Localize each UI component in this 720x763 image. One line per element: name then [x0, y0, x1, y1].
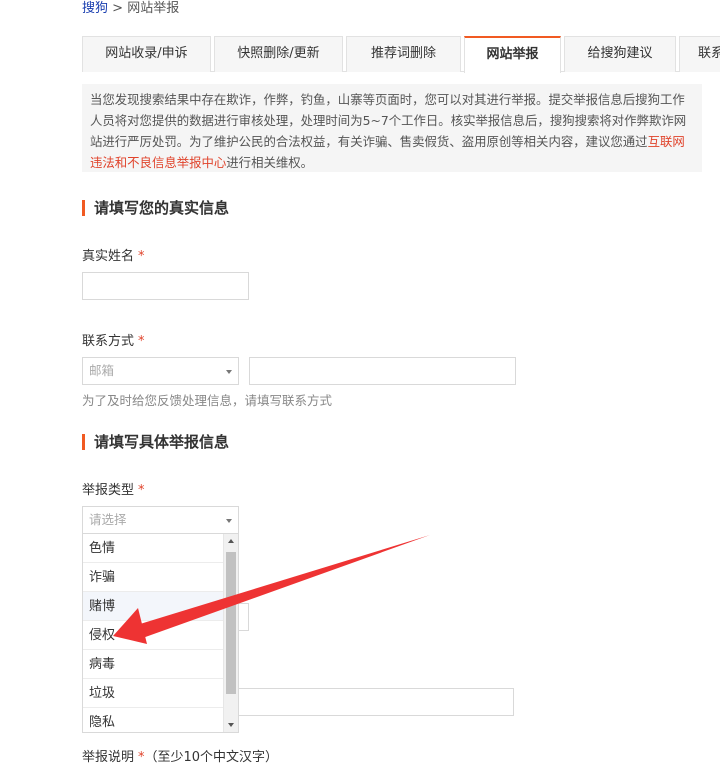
- name-label-text: 真实姓名: [82, 249, 135, 264]
- contact-type-select[interactable]: 邮箱: [82, 357, 239, 385]
- tab-site-report[interactable]: 网站举报: [464, 36, 561, 73]
- required-mark: *: [138, 483, 145, 498]
- name-label: 真实姓名 *: [82, 245, 145, 264]
- dropdown-scrollbar[interactable]: [223, 534, 238, 732]
- real-name-input[interactable]: [82, 272, 249, 300]
- section-title-report-info: 请填写具体举报信息: [82, 434, 229, 450]
- contact-label: 联系方式 *: [82, 330, 145, 349]
- option-infringement[interactable]: 侵权: [83, 621, 223, 650]
- report-type-select[interactable]: 请选择: [82, 506, 239, 534]
- tab-bar: 网站收录/申诉 快照删除/更新 推荐词删除 网站举报 给搜狗建议 联系: [82, 36, 720, 73]
- option-privacy[interactable]: 隐私: [83, 708, 223, 732]
- breadcrumb-home-link[interactable]: 搜狗: [82, 1, 108, 16]
- tab-recommend-words[interactable]: 推荐词删除: [346, 36, 461, 72]
- notice-text-end: 进行相关维权。: [226, 155, 314, 170]
- option-virus[interactable]: 病毒: [83, 650, 223, 679]
- contact-hint: 为了及时给您反馈处理信息，请填写联系方式: [82, 393, 333, 408]
- contact-type-value: 邮箱: [89, 363, 115, 378]
- option-fraud[interactable]: 诈骗: [83, 563, 223, 592]
- description-label-text: 举报说明: [82, 750, 135, 763]
- section-title-personal-info: 请填写您的真实信息: [82, 200, 229, 216]
- breadcrumb-current: 网站举报: [127, 1, 180, 16]
- contact-label-text: 联系方式: [82, 334, 135, 349]
- option-spam[interactable]: 垃圾: [83, 679, 223, 708]
- tab-suggestion[interactable]: 给搜狗建议: [564, 36, 676, 72]
- report-type-dropdown: 色情 诈骗 赌博 侵权 病毒 垃圾 隐私: [82, 533, 239, 733]
- required-mark: *: [138, 334, 145, 349]
- breadcrumb: 搜狗 > 网站举报: [82, 0, 179, 16]
- report-type-label: 举报类型 *: [82, 479, 145, 498]
- breadcrumb-separator: >: [112, 1, 124, 16]
- scroll-up-icon[interactable]: [228, 539, 234, 543]
- contact-value-input[interactable]: [249, 357, 516, 385]
- description-note: （至少10个中文汉字）: [144, 750, 279, 763]
- description-label: 举报说明 *（至少10个中文汉字）: [82, 746, 278, 763]
- notice-text: 当您发现搜索结果中存在欺诈，作弊，钓鱼，山寨等页面时，您可以对其进行举报。提交举…: [90, 92, 687, 149]
- tab-snapshot[interactable]: 快照删除/更新: [214, 36, 343, 72]
- report-detail-input[interactable]: [230, 688, 514, 716]
- chevron-down-icon: [226, 519, 232, 523]
- scroll-down-icon[interactable]: [228, 723, 234, 727]
- option-porn[interactable]: 色情: [83, 534, 223, 563]
- chevron-down-icon: [226, 370, 232, 374]
- option-gambling[interactable]: 赌博: [83, 592, 223, 621]
- notice-box: 当您发现搜索结果中存在欺诈，作弊，钓鱼，山寨等页面时，您可以对其进行举报。提交举…: [82, 84, 702, 172]
- scrollbar-thumb[interactable]: [226, 552, 236, 694]
- report-type-label-text: 举报类型: [82, 483, 135, 498]
- tab-site-indexing[interactable]: 网站收录/申诉: [82, 36, 211, 72]
- report-type-placeholder: 请选择: [89, 512, 127, 527]
- tab-contact[interactable]: 联系: [679, 36, 720, 72]
- required-mark: *: [138, 249, 145, 264]
